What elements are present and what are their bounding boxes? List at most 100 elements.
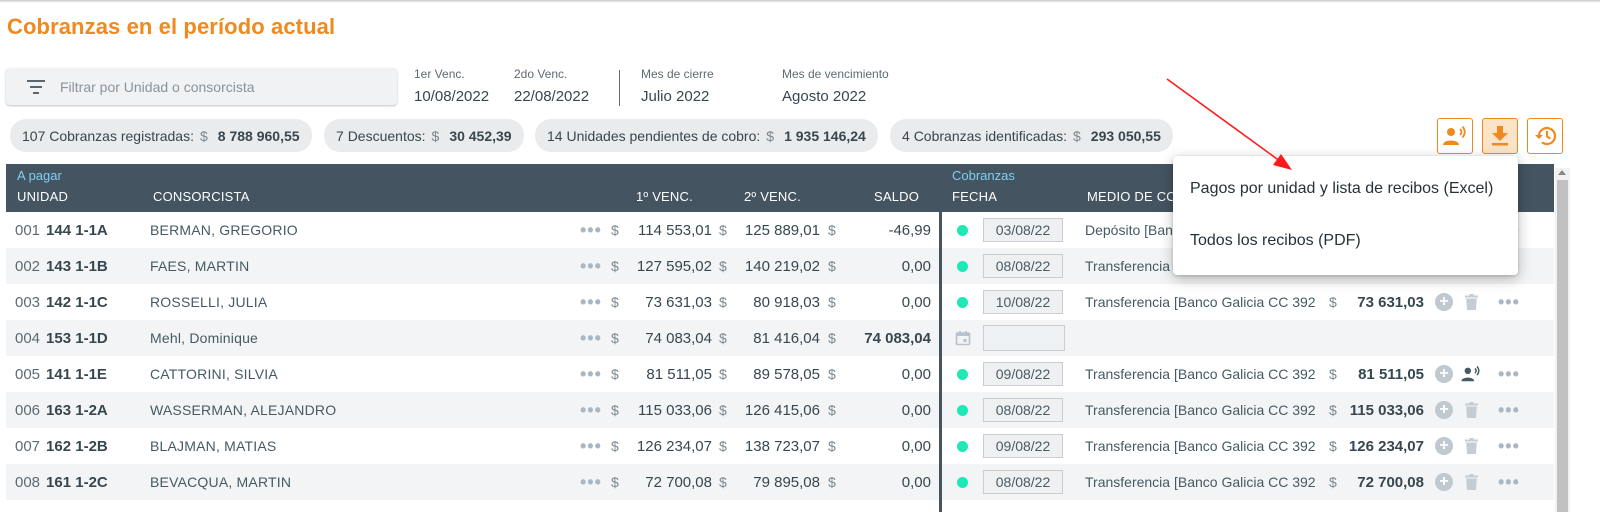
- row-more-icon[interactable]: •••: [1498, 284, 1520, 320]
- col-saldo[interactable]: SALDO: [874, 189, 919, 204]
- add-icon[interactable]: +: [1435, 293, 1453, 311]
- table-row[interactable]: 001 144 1-1A BERMAN, GREGORIO ••• $ 114 5…: [6, 212, 941, 248]
- download-button[interactable]: [1482, 118, 1518, 154]
- a-pagar-header: A pagar UNIDAD CONSORCISTA 1º VENC. 2º V…: [6, 164, 941, 212]
- summary-chip-pendientes[interactable]: 14 Unidades pendientes de cobro: $1 935 1…: [535, 119, 878, 152]
- currency-symbol: $: [828, 474, 836, 490]
- row-more-icon[interactable]: •••: [580, 392, 602, 428]
- cobranza-amount: 73 631,03: [1357, 293, 1424, 311]
- table-row[interactable]: 005 141 1-1E CATTORINI, SILVIA ••• $ 81 5…: [6, 356, 941, 392]
- unit-code: 161 1-2C: [46, 473, 108, 491]
- venc1-amount: 81 511,05: [646, 365, 712, 383]
- venc1-amount: 126 234,07: [636, 437, 712, 455]
- status-dot: [957, 476, 968, 488]
- col-unidad[interactable]: UNIDAD: [17, 189, 68, 204]
- row-more-icon[interactable]: •••: [580, 248, 602, 284]
- currency-symbol: $: [611, 222, 619, 238]
- currency-symbol: $: [719, 294, 727, 310]
- col-venc1[interactable]: 1º VENC.: [636, 189, 693, 204]
- currency-symbol: $: [828, 402, 836, 418]
- fecha-field[interactable]: 03/08/22: [983, 218, 1063, 242]
- currency-symbol: $: [828, 366, 836, 382]
- row-more-icon[interactable]: •••: [1498, 356, 1520, 392]
- filter-input[interactable]: [60, 78, 380, 95]
- history-button[interactable]: [1527, 118, 1563, 154]
- col-consorcista[interactable]: CONSORCISTA: [153, 189, 250, 204]
- unit-code: 153 1-1D: [46, 329, 108, 347]
- venc1-amount: 127 595,02: [636, 257, 712, 275]
- filter-input-box[interactable]: [6, 68, 397, 105]
- add-icon[interactable]: +: [1435, 365, 1453, 383]
- add-icon[interactable]: +: [1435, 473, 1453, 491]
- currency-symbol: $: [828, 258, 836, 274]
- page-title: Cobranzas en el período actual: [7, 14, 336, 39]
- add-icon[interactable]: +: [1435, 437, 1453, 455]
- row-more-icon[interactable]: •••: [580, 464, 602, 500]
- scroll-up-icon[interactable]: [1558, 170, 1566, 175]
- trash-icon[interactable]: [1465, 438, 1478, 454]
- venc1-amount: 72 700,08: [645, 473, 712, 491]
- status-dot: [957, 260, 968, 272]
- cobranza-amount: 72 700,08: [1357, 473, 1424, 491]
- table-row[interactable]: 09/08/22 Transferencia [Banco Galicia CC …: [942, 356, 1554, 392]
- summary-chip-descuentos[interactable]: 7 Descuentos: $30 452,39: [324, 119, 524, 152]
- unit-number: 002: [15, 257, 41, 275]
- row-more-icon[interactable]: •••: [580, 212, 602, 248]
- table-row[interactable]: [942, 320, 1554, 356]
- row-more-icon[interactable]: •••: [580, 284, 602, 320]
- person-voice-icon[interactable]: [1461, 366, 1481, 382]
- fecha-field[interactable]: 08/08/22: [983, 398, 1063, 422]
- unit-code: 162 1-2B: [46, 437, 108, 455]
- row-more-icon[interactable]: •••: [1498, 464, 1520, 500]
- fecha-field[interactable]: 08/08/22: [983, 254, 1063, 278]
- saldo-amount: 0,00: [901, 293, 931, 311]
- add-icon[interactable]: +: [1435, 401, 1453, 419]
- currency-symbol: $: [719, 438, 727, 454]
- trash-icon[interactable]: [1465, 402, 1478, 418]
- table-row[interactable]: 08/08/22 Transferencia [Banco Galicia CC …: [942, 392, 1554, 428]
- saldo-amount: 0,00: [901, 473, 931, 491]
- fecha-field[interactable]: 08/08/22: [983, 470, 1063, 494]
- table-row[interactable]: 09/08/22 Transferencia [Banco Galicia CC …: [942, 428, 1554, 464]
- table-row[interactable]: 003 142 1-1C ROSSELLI, JULIA ••• $ 73 631…: [6, 284, 941, 320]
- col-fecha[interactable]: FECHA: [952, 189, 997, 204]
- saldo-amount: 0,00: [901, 437, 931, 455]
- summary-chip-identificadas[interactable]: 4 Cobranzas identificadas: $293 050,55: [890, 119, 1173, 152]
- table-row[interactable]: 004 153 1-1D Mehl, Dominique ••• $ 74 083…: [6, 320, 941, 356]
- table-row[interactable]: 007 162 1-2B BLAJMAN, MATIAS ••• $ 126 23…: [6, 428, 941, 464]
- row-more-icon[interactable]: •••: [1498, 428, 1520, 464]
- table-row[interactable]: 008 161 1-2C BEVACQUA, MARTIN ••• $ 72 70…: [6, 464, 941, 500]
- currency-symbol: $: [1329, 474, 1337, 490]
- menu-item-pdf[interactable]: Todos los recibos (PDF): [1190, 232, 1361, 250]
- person-voice-button[interactable]: [1437, 118, 1473, 154]
- col-medio[interactable]: MEDIO DE CO: [1087, 189, 1177, 204]
- fecha-field[interactable]: 09/08/22: [983, 434, 1063, 458]
- fecha-empty-field[interactable]: [983, 325, 1065, 351]
- menu-item-excel[interactable]: Pagos por unidad y lista de recibos (Exc…: [1190, 180, 1493, 198]
- fecha-field[interactable]: 09/08/22: [983, 362, 1063, 386]
- currency-symbol: $: [611, 402, 619, 418]
- consorcista-name: BERMAN, GREGORIO: [150, 222, 298, 238]
- currency-symbol: $: [611, 330, 619, 346]
- table-row[interactable]: 08/08/22 Transferencia [Banco Galicia CC …: [942, 464, 1554, 500]
- due-month-field: Mes de vencimiento Agosto 2022: [782, 67, 889, 105]
- row-more-icon[interactable]: •••: [580, 428, 602, 464]
- table-scrollbar-thumb[interactable]: [1557, 180, 1568, 512]
- table-row[interactable]: 002 143 1-1B FAES, MARTIN ••• $ 127 595,0…: [6, 248, 941, 284]
- consorcista-name: FAES, MARTIN: [150, 258, 250, 274]
- calendar-icon[interactable]: [955, 330, 971, 346]
- currency-symbol: $: [1329, 294, 1337, 310]
- row-more-icon[interactable]: •••: [580, 320, 602, 356]
- trash-icon[interactable]: [1465, 474, 1478, 490]
- fecha-field[interactable]: 10/08/22: [983, 290, 1063, 314]
- consorcista-name: BEVACQUA, MARTIN: [150, 474, 292, 490]
- row-more-icon[interactable]: •••: [580, 356, 602, 392]
- currency-symbol: $: [1329, 366, 1337, 382]
- unit-number: 004: [15, 329, 41, 347]
- summary-chip-cobranzas[interactable]: 107 Cobranzas registradas: $8 788 960,55: [10, 119, 312, 152]
- row-more-icon[interactable]: •••: [1498, 392, 1520, 428]
- trash-icon[interactable]: [1465, 294, 1478, 310]
- table-row[interactable]: 10/08/22 Transferencia [Banco Galicia CC …: [942, 284, 1554, 320]
- col-venc2[interactable]: 2º VENC.: [744, 189, 801, 204]
- table-row[interactable]: 006 163 1-2A WASSERMAN, ALEJANDRO ••• $ 1…: [6, 392, 941, 428]
